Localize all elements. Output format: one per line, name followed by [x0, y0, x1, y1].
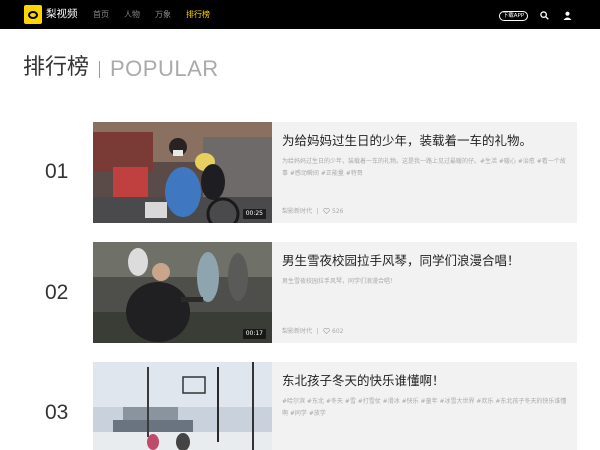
rank-number: 01 [45, 160, 69, 183]
title-divider [99, 61, 100, 78]
heart-icon [323, 208, 330, 214]
rank-number: 03 [45, 401, 69, 424]
nav-item-world[interactable]: 万象 [155, 9, 171, 20]
video-title[interactable]: 为给妈妈过生日的少年，装载着一车的礼物。 [282, 133, 532, 148]
video-description: 男生雪夜校园拉手风琴，同学们浪漫合唱！ [282, 278, 397, 285]
video-source[interactable]: 梨影新时代 [282, 208, 312, 215]
video-thumbnail[interactable] [93, 362, 272, 450]
meta-divider [317, 208, 319, 214]
page-title-cn: 排行榜 [23, 55, 90, 80]
download-app-button[interactable]: 下载APP [499, 11, 528, 21]
video-description: 为给妈妈过生日的少年，装载着一车的礼物。这是我一路上见过最暖的仔。#生活 #暖心… [282, 158, 566, 177]
top-nav-bar: 梨视频 首页 人物 万象 排行榜 下载APP [0, 0, 600, 29]
video-title[interactable]: 男生雪夜校园拉手风琴，同学们浪漫合唱！ [282, 253, 520, 268]
video-description: #哈尔滨 #东北 #冬天 #雪 #打雪仗 #滑冰 #快乐 #童年 #冰雪大世界 … [282, 398, 567, 417]
video-duration: 00:25 [242, 209, 266, 219]
video-meta: 梨影新时代 602 [282, 328, 343, 336]
video-card[interactable]: 东北孩子冬天的快乐谁懂啊！ #哈尔滨 #东北 #冬天 #雪 #打雪仗 #滑冰 #… [93, 362, 577, 450]
video-thumbnail[interactable]: 00:25 [93, 122, 272, 223]
meta-divider [317, 328, 319, 334]
nav-item-home[interactable]: 首页 [93, 9, 109, 20]
video-source[interactable]: 梨影新时代 [282, 328, 312, 335]
video-meta: 梨影新时代 526 [282, 208, 343, 216]
brand-name[interactable]: 梨视频 [46, 8, 78, 21]
nav-item-ranking[interactable]: 排行榜 [186, 9, 210, 20]
pear-logo-icon[interactable] [24, 5, 42, 24]
video-thumbnail[interactable]: 00:17 [93, 242, 272, 343]
user-icon[interactable] [563, 11, 572, 20]
video-card[interactable]: 00:17 男生雪夜校园拉手风琴，同学们浪漫合唱！ 男生雪夜校园拉手风琴，同学们… [93, 242, 577, 343]
video-duration: 00:17 [242, 329, 266, 339]
like-count: 602 [332, 328, 344, 335]
thumbnail-image [93, 122, 272, 223]
page-title-en: POPULAR [110, 56, 219, 81]
heart-icon [323, 328, 330, 334]
search-icon[interactable] [540, 11, 549, 20]
thumbnail-image [93, 362, 272, 450]
video-title[interactable]: 东北孩子冬天的快乐谁懂啊！ [282, 373, 445, 388]
rank-number: 02 [45, 281, 69, 304]
thumbnail-image [93, 242, 272, 343]
nav-item-people[interactable]: 人物 [124, 9, 140, 20]
logo-eye-shape [28, 11, 38, 19]
video-card[interactable]: 00:25 为给妈妈过生日的少年，装载着一车的礼物。 为给妈妈过生日的少年，装载… [93, 122, 577, 223]
like-count: 526 [332, 208, 344, 215]
